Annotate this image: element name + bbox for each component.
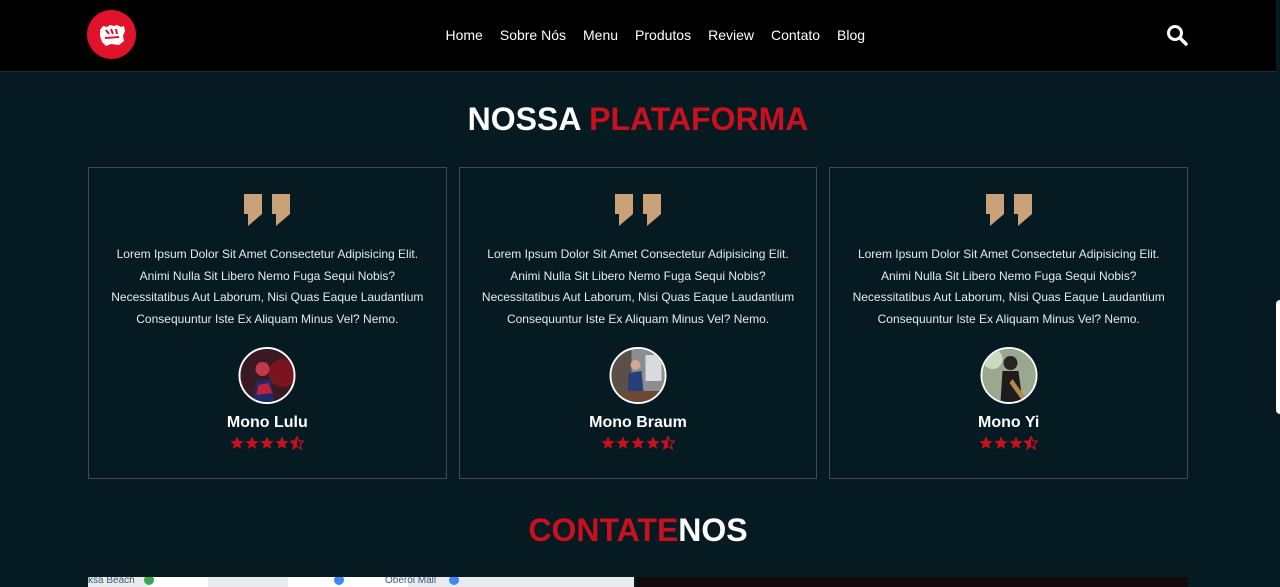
star-icon [979, 436, 993, 449]
nav-link-review[interactable]: Review [700, 27, 763, 43]
review-card: Lorem Ipsum Dolor Sit Amet Consectetur A… [458, 167, 818, 479]
main-nav: Home Sobre Nós Menu Produtos Review Cont… [437, 0, 874, 70]
nav-link-produtos[interactable]: Produtos [627, 27, 700, 43]
review-card: Lorem Ipsum Dolor Sit Amet Consectetur A… [88, 167, 447, 479]
contact-section-title: CONTATENOS [0, 512, 1276, 549]
review-card: Lorem Ipsum Dolor Sit Amet Consectetur A… [829, 167, 1189, 479]
star-icon [646, 436, 660, 449]
review-cards: Lorem Ipsum Dolor Sit Amet Consectetur A… [88, 167, 1189, 479]
review-text: Lorem Ipsum Dolor Sit Amet Consectetur A… [481, 247, 795, 327]
map-label: Oberoi Mall [385, 577, 437, 586]
nav-link-sobre-nos[interactable]: Sobre Nós [491, 27, 574, 43]
side-scroll-tab[interactable] [1276, 300, 1280, 414]
reviewer-name: Mono Lulu [226, 414, 308, 431]
quote-icon [242, 192, 292, 228]
quote-icon [613, 192, 663, 228]
star-half-icon [290, 436, 305, 450]
map-pin-icon [334, 577, 344, 585]
star-icon [275, 436, 289, 449]
reviewer-name: Mono Yi [978, 414, 1040, 431]
contact-title-white: NOS [678, 512, 748, 548]
top-navbar: Home Sobre Nós Menu Produtos Review Cont… [0, 0, 1276, 72]
star-icon [601, 436, 615, 449]
avatar [238, 347, 296, 404]
review-text: Lorem Ipsum Dolor Sit Amet Consectetur A… [852, 247, 1165, 327]
quote-icon [984, 192, 1034, 228]
nav-link-contato[interactable]: Contato [763, 27, 829, 43]
contact-title-red: CONTATE [528, 512, 679, 548]
nav-link-menu[interactable]: Menu [575, 27, 627, 43]
contact-form-panel [636, 577, 1188, 587]
map-pin-icon [144, 577, 154, 585]
avatar [609, 347, 667, 404]
avatar [980, 347, 1038, 404]
star-rating [460, 436, 817, 450]
star-icon [616, 436, 630, 449]
star-icon [245, 436, 259, 449]
review-text: Lorem Ipsum Dolor Sit Amet Consectetur A… [111, 247, 424, 327]
star-icon [230, 436, 244, 449]
reviewer-name: Mono Braum [589, 414, 687, 431]
map-pin-icon [449, 577, 459, 585]
location-map[interactable]: ksa Beach Oberoi Mall [88, 577, 634, 587]
star-rating [830, 436, 1187, 450]
platform-title-white: NOSSA [467, 101, 581, 137]
platform-title-red: PLATAFORMA [589, 101, 809, 137]
star-rating [89, 436, 446, 450]
nav-link-home[interactable]: Home [437, 27, 491, 43]
star-icon [1009, 436, 1023, 449]
star-icon [260, 436, 274, 449]
fist-logo-icon[interactable] [87, 10, 136, 59]
platform-section-title: NOSSA PLATAFORMA [0, 101, 1276, 138]
star-icon [631, 436, 645, 449]
nav-link-blog[interactable]: Blog [829, 27, 874, 43]
star-icon [994, 436, 1008, 449]
star-half-icon [661, 436, 675, 450]
map-road [148, 577, 208, 587]
search-icon[interactable] [1164, 22, 1190, 48]
map-label: ksa Beach [88, 577, 135, 586]
star-half-icon [1024, 436, 1039, 450]
